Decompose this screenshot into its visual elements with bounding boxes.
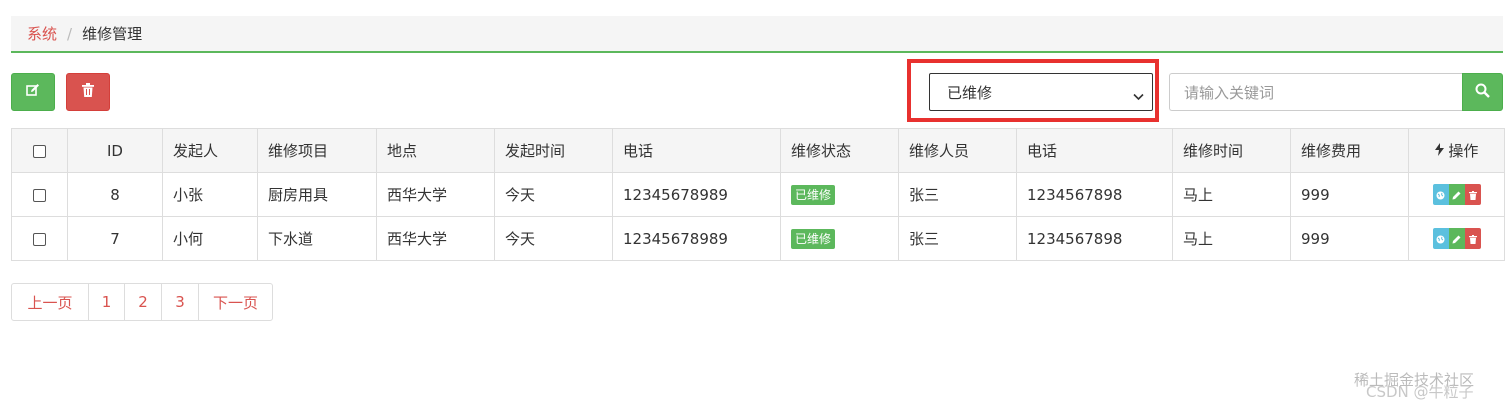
breadcrumb: 系统 / 维修管理 — [11, 16, 1503, 53]
cell-repair-time: 马上 — [1172, 172, 1291, 217]
delete-button[interactable] — [1464, 228, 1481, 249]
view-button[interactable] — [1432, 184, 1449, 205]
cell-time: 今天 — [494, 172, 613, 217]
header-phone: 电话 — [612, 128, 781, 173]
breadcrumb-root-link[interactable]: 系统 — [27, 23, 57, 44]
cell-actions — [1408, 216, 1505, 261]
pencil-icon — [1452, 230, 1461, 248]
add-edit-button[interactable] — [11, 73, 55, 111]
cell-item: 厨房用具 — [257, 172, 377, 217]
cell-actions — [1408, 172, 1505, 217]
batch-delete-button[interactable] — [66, 73, 110, 111]
table-row: 7 小何 下水道 西华大学 今天 12345678989 已维修 张三 1234… — [11, 216, 1505, 261]
select-all-checkbox[interactable] — [33, 144, 46, 158]
table-row: 8 小张 厨房用具 西华大学 今天 12345678989 已维修 张三 123… — [11, 172, 1505, 217]
cell-id: 8 — [67, 172, 163, 217]
cell-phone: 12345678989 — [612, 216, 781, 261]
cell-staff-phone: 1234567898 — [1016, 172, 1173, 217]
trash-icon — [82, 83, 94, 101]
header-actions-label: 操作 — [1448, 142, 1479, 160]
cell-time: 今天 — [494, 216, 613, 261]
row-checkbox[interactable] — [33, 188, 46, 202]
header-cost: 维修费用 — [1290, 128, 1409, 173]
search-icon — [1475, 83, 1490, 102]
pagination-page-1[interactable]: 1 — [88, 284, 124, 320]
status-badge: 已维修 — [791, 228, 836, 249]
cell-item: 下水道 — [257, 216, 377, 261]
search-input[interactable]: 请输入关键词 — [1169, 73, 1462, 111]
cell-staff-phone: 1234567898 — [1016, 216, 1173, 261]
header-staff: 维修人员 — [898, 128, 1017, 173]
select-all-checkbox-cell[interactable] — [11, 128, 68, 173]
pagination-next[interactable]: 下一页 — [198, 284, 272, 320]
cell-initiator: 小何 — [162, 216, 258, 261]
row-checkbox-cell[interactable] — [11, 216, 68, 261]
chevron-down-icon — [1133, 87, 1144, 105]
cell-location: 西华大学 — [376, 216, 495, 261]
cell-staff: 张三 — [898, 216, 1017, 261]
header-id: ID — [67, 128, 163, 173]
pagination-page-2[interactable]: 2 — [124, 284, 161, 320]
cell-staff: 张三 — [898, 172, 1017, 217]
cell-status: 已维修 — [780, 172, 899, 217]
header-time: 发起时间 — [494, 128, 613, 173]
cell-phone: 12345678989 — [612, 172, 781, 217]
globe-icon — [1436, 186, 1445, 204]
pagination-prev[interactable]: 上一页 — [12, 284, 88, 320]
globe-icon — [1436, 230, 1445, 248]
pencil-icon — [1452, 186, 1461, 204]
row-checkbox[interactable] — [33, 232, 46, 246]
delete-button[interactable] — [1464, 184, 1481, 205]
cell-initiator: 小张 — [162, 172, 258, 217]
cell-cost: 999 — [1290, 216, 1409, 261]
trash-icon — [1468, 186, 1477, 204]
watermark-line2: CSDN @牛粒子 — [1366, 383, 1474, 401]
header-status: 维修状态 — [780, 128, 899, 173]
cell-id: 7 — [67, 216, 163, 261]
header-item: 维修项目 — [257, 128, 377, 173]
edit-icon — [26, 83, 40, 101]
trash-icon — [1468, 230, 1477, 248]
row-checkbox-cell[interactable] — [11, 172, 68, 217]
header-initiator: 发起人 — [162, 128, 258, 173]
pagination: 上一页 1 2 3 下一页 — [11, 283, 273, 321]
pagination-page-3[interactable]: 3 — [161, 284, 198, 320]
bolt-icon — [1434, 142, 1444, 160]
breadcrumb-current: 维修管理 — [82, 25, 143, 43]
status-filter-value: 已维修 — [947, 83, 993, 102]
header-actions: 操作 — [1408, 128, 1505, 173]
watermark: 稀土掘金技术社区 CSDN @牛粒子 — [1354, 372, 1474, 400]
edit-button[interactable] — [1448, 184, 1465, 205]
edit-button[interactable] — [1448, 228, 1465, 249]
cell-status: 已维修 — [780, 216, 899, 261]
search-placeholder: 请输入关键词 — [1184, 83, 1275, 102]
header-staff-phone: 电话 — [1016, 128, 1173, 173]
search-button[interactable] — [1462, 73, 1503, 111]
cell-cost: 999 — [1290, 172, 1409, 217]
breadcrumb-separator: / — [67, 24, 73, 43]
view-button[interactable] — [1432, 228, 1449, 249]
table-header-row: ID 发起人 维修项目 地点 发起时间 电话 维修状态 维修人员 电话 维修时间… — [11, 128, 1505, 173]
cell-location: 西华大学 — [376, 172, 495, 217]
status-badge: 已维修 — [791, 184, 836, 205]
header-repair-time: 维修时间 — [1172, 128, 1291, 173]
status-filter-select[interactable]: 已维修 — [929, 73, 1153, 111]
cell-repair-time: 马上 — [1172, 216, 1291, 261]
header-location: 地点 — [376, 128, 495, 173]
repair-table: ID 发起人 维修项目 地点 发起时间 电话 维修状态 维修人员 电话 维修时间… — [11, 128, 1505, 261]
